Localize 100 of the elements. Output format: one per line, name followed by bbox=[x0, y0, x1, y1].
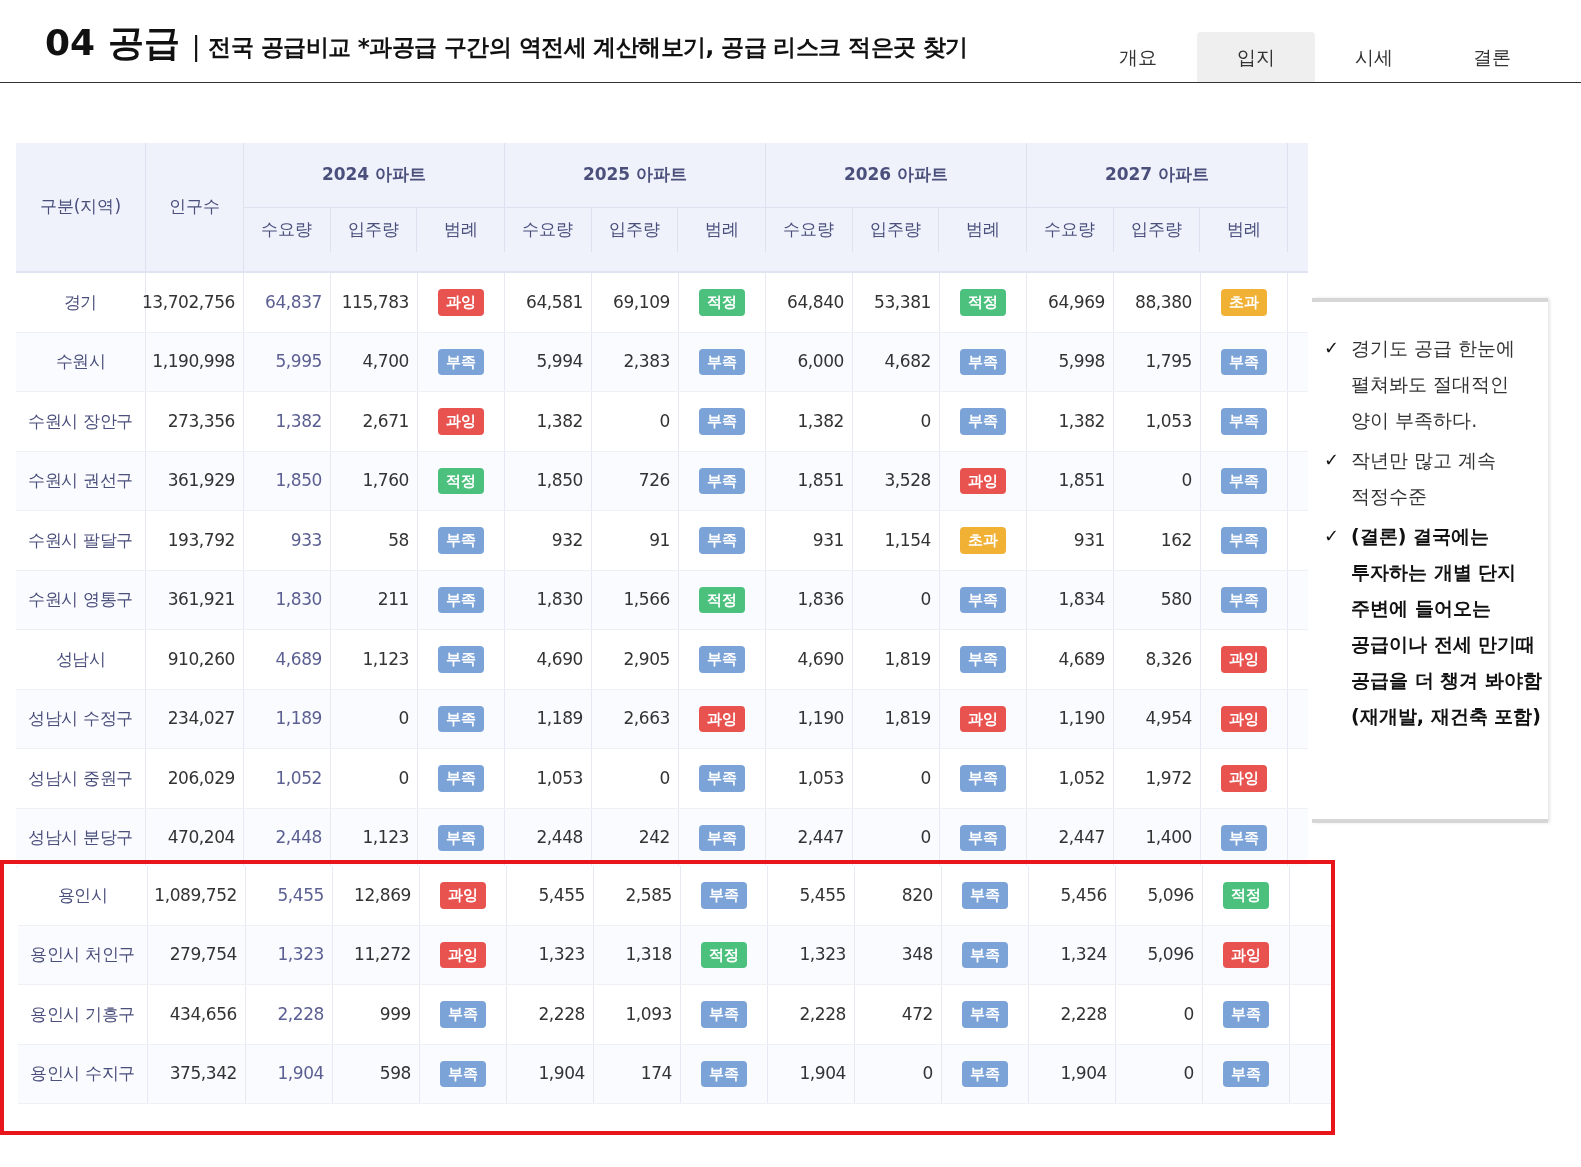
demand-cell-text: 932 bbox=[551, 528, 583, 552]
legend-badge: 부족 bbox=[438, 646, 484, 673]
column-header: 범례 bbox=[443, 218, 478, 242]
nav-tab[interactable]: 결론 bbox=[1433, 32, 1551, 82]
legend-badge: 부족 bbox=[699, 467, 745, 494]
demand-cell-text: 64,969 bbox=[1048, 290, 1105, 314]
column-header: 수요량 bbox=[1044, 218, 1096, 242]
supply-cell-text: 162 bbox=[1160, 528, 1192, 552]
legend-badge: 부족 bbox=[962, 882, 1008, 909]
nav-tab[interactable]: 시세 bbox=[1315, 32, 1433, 82]
demand-cell-text: 64,581 bbox=[526, 290, 583, 314]
supply-cell-text: 0 bbox=[920, 588, 931, 611]
population-cell-text: 434,656 bbox=[169, 1002, 237, 1026]
supply-cell-text: 2,383 bbox=[623, 350, 670, 373]
region-cell-text: 용인시 처인구 bbox=[30, 943, 135, 966]
column-header: 범례 bbox=[1226, 218, 1261, 242]
legend-badge: 과잉 bbox=[1221, 765, 1267, 792]
column-header: 수요량 bbox=[783, 218, 835, 242]
supply-cell-text: 1,760 bbox=[362, 469, 409, 492]
supply-cell-text: 726 bbox=[638, 469, 670, 492]
legend-badge: 부족 bbox=[699, 527, 745, 554]
demand-cell-text: 5,455 bbox=[799, 883, 846, 907]
legend-badge: 부족 bbox=[701, 1060, 747, 1087]
supply-cell-text: 58 bbox=[388, 528, 409, 552]
legend-badge: 부족 bbox=[699, 646, 745, 673]
nav-tab[interactable]: 개요 bbox=[1079, 32, 1197, 82]
supply-cell-text: 999 bbox=[379, 1002, 411, 1026]
demand-cell-text: 1,053 bbox=[536, 766, 583, 790]
demand-cell-text: 931 bbox=[1073, 528, 1105, 552]
legend-badge: 과잉 bbox=[960, 467, 1006, 494]
region-cell-text: 성남시 분당구 bbox=[28, 826, 133, 849]
supply-cell-text: 0 bbox=[922, 1062, 933, 1085]
legend-badge: 부족 bbox=[701, 882, 747, 909]
demand-cell-text: 4,690 bbox=[536, 647, 583, 671]
region-cell-text: 성남시 수정구 bbox=[28, 707, 133, 730]
population-cell-text: 910,260 bbox=[167, 647, 235, 671]
demand-cell-text: 1,836 bbox=[797, 588, 844, 611]
supply-cell-text: 0 bbox=[659, 409, 670, 433]
supply-cell-text: 2,663 bbox=[623, 707, 670, 730]
supply-cell-text: 4,700 bbox=[362, 350, 409, 373]
legend-badge: 과잉 bbox=[1221, 705, 1267, 732]
title-divider: | bbox=[191, 30, 201, 64]
supply-cell-text: 12,869 bbox=[354, 883, 411, 907]
legend-badge: 부족 bbox=[1221, 467, 1267, 494]
supply-cell-text: 5,096 bbox=[1147, 883, 1194, 907]
demand-cell-text: 64,837 bbox=[265, 290, 322, 314]
column-header: 수요량 bbox=[522, 218, 574, 242]
check-icon: ✓ bbox=[1324, 330, 1340, 438]
legend-badge: 부족 bbox=[438, 586, 484, 613]
nav-tab[interactable]: 입지 bbox=[1197, 32, 1315, 82]
supply-cell-text: 0 bbox=[1181, 469, 1192, 492]
check-icon: ✓ bbox=[1324, 518, 1340, 734]
demand-cell-text: 4,689 bbox=[1058, 647, 1105, 671]
demand-cell-text: 1,830 bbox=[536, 588, 583, 611]
supply-cell-text: 174 bbox=[640, 1062, 672, 1085]
population-cell-text: 361,929 bbox=[167, 469, 235, 492]
demand-cell-text: 1,052 bbox=[275, 766, 322, 790]
demand-cell-text: 5,998 bbox=[1058, 350, 1105, 373]
legend-badge: 부족 bbox=[438, 527, 484, 554]
legend-badge: 과잉 bbox=[438, 408, 484, 435]
supply-cell-text: 0 bbox=[1183, 1062, 1194, 1085]
supply-cell-text: 53,381 bbox=[874, 290, 931, 314]
demand-cell-text: 1,851 bbox=[797, 469, 844, 492]
population-cell-text: 193,792 bbox=[167, 528, 235, 552]
population-cell-text: 375,342 bbox=[169, 1062, 237, 1085]
supply-cell-text: 580 bbox=[1160, 588, 1192, 611]
demand-cell-text: 931 bbox=[812, 528, 844, 552]
legend-badge: 부족 bbox=[438, 824, 484, 851]
demand-cell-text: 1,904 bbox=[277, 1062, 324, 1085]
population-cell-text: 470,204 bbox=[167, 826, 235, 849]
demand-cell-text: 5,456 bbox=[1060, 883, 1107, 907]
column-header: 구분(지역) bbox=[39, 195, 122, 219]
supply-cell-text: 69,109 bbox=[613, 290, 670, 314]
demand-cell-text: 1,382 bbox=[536, 409, 583, 433]
legend-badge: 과잉 bbox=[440, 882, 486, 909]
demand-cell-text: 2,228 bbox=[799, 1002, 846, 1026]
supply-cell-text: 1,795 bbox=[1145, 350, 1192, 373]
supply-cell-text: 3,528 bbox=[884, 469, 931, 492]
legend-badge: 초과 bbox=[960, 527, 1006, 554]
supply-cell-text: 0 bbox=[920, 409, 931, 433]
region-cell-text: 용인시 수지구 bbox=[30, 1062, 135, 1085]
region-cell-text: 경기 bbox=[63, 290, 98, 314]
region-cell-text: 수원시 팔달구 bbox=[28, 528, 133, 552]
supply-cell-text: 11,272 bbox=[354, 943, 411, 966]
demand-cell-text: 1,834 bbox=[1058, 588, 1105, 611]
supply-cell-text: 1,154 bbox=[884, 528, 931, 552]
demand-cell-text: 1,382 bbox=[1058, 409, 1105, 433]
demand-cell-text: 6,000 bbox=[797, 350, 844, 373]
population-cell-text: 13,702,756 bbox=[141, 290, 235, 314]
legend-badge: 부족 bbox=[960, 408, 1006, 435]
supply-cell-text: 348 bbox=[901, 943, 933, 966]
legend-badge: 부족 bbox=[438, 765, 484, 792]
demand-cell-text: 1,190 bbox=[797, 707, 844, 730]
region-cell-text: 용인시 bbox=[57, 883, 108, 907]
legend-badge: 부족 bbox=[962, 1060, 1008, 1087]
legend-badge: 적정 bbox=[960, 289, 1006, 316]
demand-cell-text: 4,689 bbox=[275, 647, 322, 671]
supply-cell-text: 1,093 bbox=[625, 1002, 672, 1026]
legend-badge: 부족 bbox=[1221, 527, 1267, 554]
supply-cell-text: 242 bbox=[638, 826, 670, 849]
